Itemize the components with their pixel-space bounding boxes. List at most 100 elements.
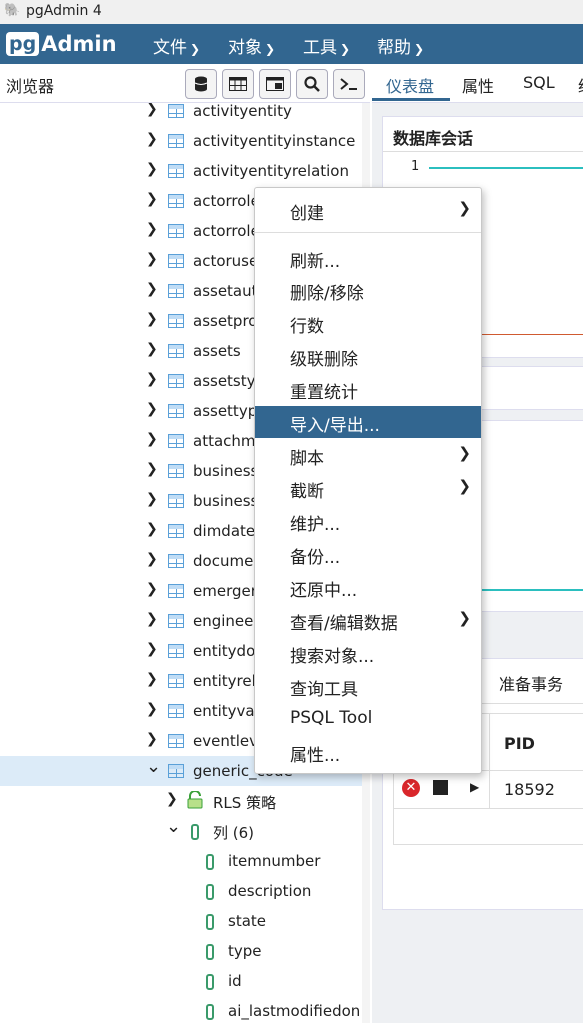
table-name: assets bbox=[193, 342, 241, 360]
chevron-right-icon[interactable]: ❯ bbox=[146, 641, 158, 657]
table-grid-icon[interactable] bbox=[222, 69, 254, 99]
context-menu-item[interactable]: 创建 ❯ bbox=[255, 194, 481, 226]
chevron-right-icon[interactable]: ❯ bbox=[146, 311, 158, 327]
chevron-right-icon[interactable]: ❯ bbox=[146, 371, 158, 387]
menu-file[interactable]: 文件 ❯ bbox=[153, 33, 200, 58]
tree-node-column[interactable]: ai_lastmodifiedon bbox=[0, 996, 362, 1023]
chevron-right-icon[interactable]: ❯ bbox=[146, 251, 158, 267]
tab-properties[interactable]: 属性 bbox=[462, 73, 494, 97]
context-menu-item[interactable]: 导入/导出... bbox=[255, 406, 481, 438]
tree-node-table[interactable]: ❯ activityentityrelation bbox=[0, 156, 362, 186]
context-menu-item[interactable]: 查询工具 bbox=[255, 670, 481, 702]
context-menu-item[interactable]: 重置统计 bbox=[255, 373, 481, 405]
lock-icon bbox=[187, 790, 203, 809]
table-name: entitydo bbox=[193, 642, 256, 660]
tree-node-rls[interactable]: ❯ RLS 策略 bbox=[0, 786, 362, 816]
table-icon bbox=[168, 524, 184, 538]
tab-prepared-transactions[interactable]: 准备事务 bbox=[499, 671, 563, 695]
chevron-right-icon[interactable]: ❯ bbox=[146, 461, 158, 477]
chevron-right-icon[interactable]: ❯ bbox=[146, 401, 158, 417]
filtered-rows-icon[interactable] bbox=[259, 69, 291, 99]
table-name: activityentity bbox=[193, 103, 292, 120]
search-icon[interactable] bbox=[296, 69, 328, 99]
tree-node-column[interactable]: itemnumber bbox=[0, 846, 362, 876]
tree-node-column[interactable]: id bbox=[0, 966, 362, 996]
context-menu-item[interactable]: 删除/移除 bbox=[255, 274, 481, 306]
table-icon bbox=[168, 434, 184, 448]
elephant-icon: 🐘 bbox=[4, 3, 21, 18]
context-menu-item[interactable]: 属性... bbox=[255, 736, 481, 768]
terminal-icon[interactable] bbox=[333, 69, 365, 99]
context-menu-item-label: 脚本 bbox=[290, 449, 324, 469]
chevron-right-icon[interactable]: ❯ bbox=[146, 671, 158, 687]
chevron-right-icon[interactable]: ❯ bbox=[146, 491, 158, 507]
column-icon bbox=[206, 914, 214, 930]
cancel-query-icon[interactable] bbox=[433, 780, 448, 795]
chevron-right-icon[interactable]: ❯ bbox=[146, 431, 158, 447]
chevron-right-icon[interactable]: ❯ bbox=[146, 611, 158, 627]
chevron-right-icon[interactable]: ❯ bbox=[146, 131, 158, 147]
tree-node-column[interactable]: type bbox=[0, 936, 362, 966]
expand-row-icon[interactable]: ▶ bbox=[470, 780, 479, 794]
terminate-session-icon[interactable]: ✕ bbox=[402, 779, 420, 797]
rls-label: RLS 策略 bbox=[213, 794, 277, 812]
context-menu-item-label: 删除/移除 bbox=[290, 284, 364, 304]
tree-node-column[interactable]: state bbox=[0, 906, 362, 936]
chevron-right-icon[interactable]: ❯ bbox=[146, 161, 158, 177]
menu-tools[interactable]: 工具 ❯ bbox=[303, 33, 350, 58]
context-menu-item-label: 截断 bbox=[290, 482, 324, 502]
chevron-right-icon[interactable]: ❯ bbox=[146, 581, 158, 597]
chevron-right-icon[interactable]: ❯ bbox=[166, 791, 178, 807]
tab-sql[interactable]: SQL bbox=[523, 73, 555, 92]
context-menu-item-label: 行数 bbox=[290, 317, 324, 337]
context-menu-item[interactable]: 备份... bbox=[255, 538, 481, 570]
context-menu-item-label: 导入/导出... bbox=[290, 416, 380, 436]
menu-help[interactable]: 帮助 ❯ bbox=[377, 33, 424, 58]
table-icon bbox=[168, 554, 184, 568]
chevron-right-icon[interactable]: ❯ bbox=[146, 281, 158, 297]
chevron-down-icon[interactable]: ⌄ bbox=[146, 756, 161, 777]
context-menu-item[interactable]: 维护... bbox=[255, 505, 481, 537]
tree-node-table[interactable]: ❯ activityentityinstance bbox=[0, 126, 362, 156]
tree-node-column[interactable]: description bbox=[0, 876, 362, 906]
column-icon bbox=[206, 944, 214, 960]
context-menu-item[interactable]: 还原中... bbox=[255, 571, 481, 603]
tab-dashboard[interactable]: 仪表盘 bbox=[386, 73, 434, 97]
context-menu-item[interactable]: 脚本 ❯ bbox=[255, 439, 481, 471]
tree-node-columns[interactable]: ⌄ 列 (6) bbox=[0, 816, 362, 846]
context-menu-item[interactable]: 级联删除 bbox=[255, 340, 481, 372]
database-icon[interactable] bbox=[185, 69, 217, 99]
tab-statistics[interactable]: 统 bbox=[578, 73, 583, 97]
table-icon bbox=[168, 584, 184, 598]
browser-panel-header: 浏览器 bbox=[0, 64, 370, 103]
chevron-right-icon[interactable]: ❯ bbox=[146, 191, 158, 207]
context-menu-item-label: 级联删除 bbox=[290, 350, 358, 370]
table-icon bbox=[168, 674, 184, 688]
table-icon bbox=[168, 644, 184, 658]
chevron-right-icon[interactable]: ❯ bbox=[146, 103, 158, 117]
logo-admin: Admin bbox=[41, 32, 117, 56]
chevron-right-icon: ❯ bbox=[458, 609, 471, 627]
table-icon bbox=[168, 104, 184, 118]
chevron-right-icon[interactable]: ❯ bbox=[146, 551, 158, 567]
context-menu-item[interactable]: 查看/编辑数据 ❯ bbox=[255, 604, 481, 636]
column-icon bbox=[206, 974, 214, 990]
chevron-right-icon[interactable]: ❯ bbox=[146, 701, 158, 717]
chevron-right-icon[interactable]: ❯ bbox=[146, 731, 158, 747]
context-menu-item[interactable]: 截断 ❯ bbox=[255, 472, 481, 504]
chevron-right-icon[interactable]: ❯ bbox=[146, 341, 158, 357]
table-icon bbox=[168, 404, 184, 418]
chevron-right-icon[interactable]: ❯ bbox=[146, 221, 158, 237]
context-menu-item-label: 属性... bbox=[290, 746, 341, 766]
context-menu-item[interactable]: 搜索对象... bbox=[255, 637, 481, 669]
context-menu-item[interactable]: 刷新... bbox=[255, 242, 481, 274]
table-name: entityrel bbox=[193, 672, 256, 690]
table-icon bbox=[168, 734, 184, 748]
chevron-right-icon[interactable]: ❯ bbox=[146, 521, 158, 537]
menu-object[interactable]: 对象 ❯ bbox=[228, 33, 275, 58]
tree-node-table[interactable]: ❯ activityentity bbox=[0, 103, 362, 126]
context-menu-item[interactable]: PSQL Tool bbox=[255, 703, 481, 735]
context-menu-item[interactable]: 行数 bbox=[255, 307, 481, 339]
chevron-down-icon[interactable]: ⌄ bbox=[166, 816, 181, 837]
table-name: assetaut bbox=[193, 282, 258, 300]
